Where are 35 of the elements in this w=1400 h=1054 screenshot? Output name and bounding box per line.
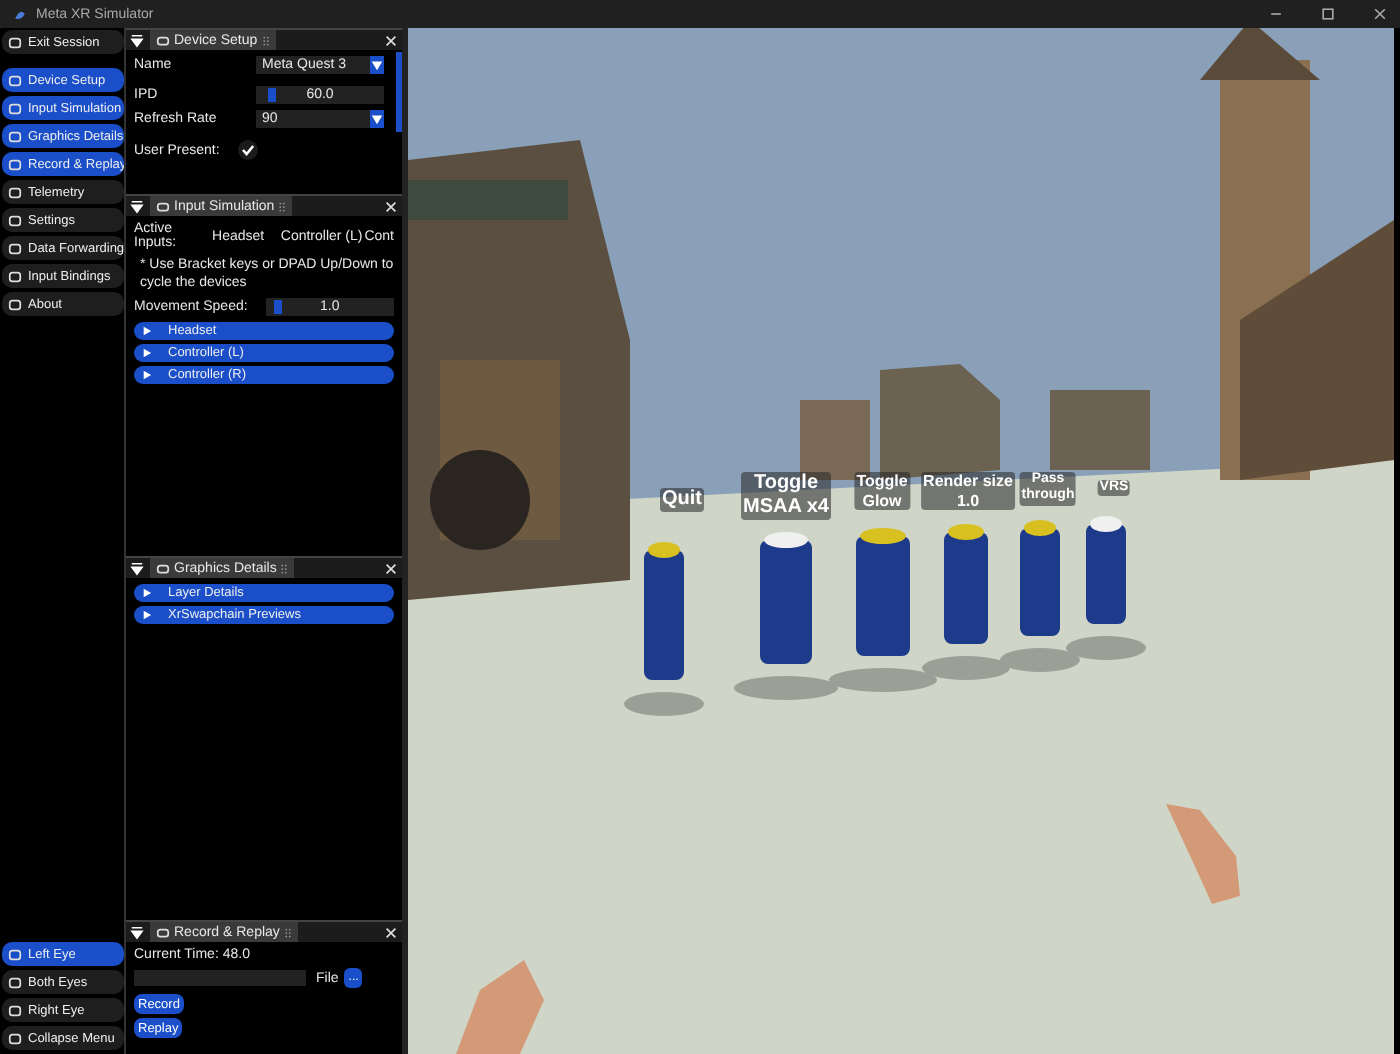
panel-icon <box>156 561 170 575</box>
collapse-icon[interactable] <box>130 925 144 939</box>
scene-label: Quit <box>660 488 704 512</box>
expand-arrow-icon <box>142 588 152 598</box>
caret-icon <box>370 56 384 74</box>
pillar-button-drawing[interactable] <box>829 528 937 692</box>
collapse-icon[interactable] <box>130 199 144 213</box>
slider-thumb[interactable] <box>268 88 277 102</box>
collapse-icon[interactable] <box>130 33 144 47</box>
pillar-button-drawing[interactable] <box>734 532 838 700</box>
expand-arrow-icon <box>142 370 152 380</box>
panel-icon <box>156 199 170 213</box>
scene-label: Toggle Glow <box>854 472 910 511</box>
collapse-icon[interactable] <box>130 561 144 575</box>
pillar-button-drawing[interactable] <box>922 524 1010 680</box>
pillar-button-drawing[interactable] <box>1000 520 1080 672</box>
close-icon[interactable] <box>1372 6 1388 22</box>
expand-arrow-icon <box>142 326 152 336</box>
caret-icon <box>370 110 384 128</box>
maximize-icon[interactable] <box>1320 6 1336 22</box>
hand-drawing <box>1166 804 1240 904</box>
panel-icon <box>156 33 170 47</box>
scene-label: Toggle MSAA x4 <box>741 472 831 520</box>
pillar-button-drawing[interactable] <box>624 542 704 716</box>
checkbox[interactable] <box>237 140 258 160</box>
menu-item-icon <box>8 35 22 49</box>
expand-arrow-icon <box>142 348 152 358</box>
file-path-field[interactable] <box>134 970 306 986</box>
panel-icon <box>156 925 170 939</box>
slider-thumb[interactable] <box>273 300 282 314</box>
expand-arrow-icon <box>142 610 152 620</box>
app-logo-icon <box>12 6 28 22</box>
pillar-button-drawing[interactable] <box>1066 516 1146 660</box>
scene-label: Render size 1.0 <box>921 472 1015 511</box>
hand-drawing <box>456 960 544 1054</box>
